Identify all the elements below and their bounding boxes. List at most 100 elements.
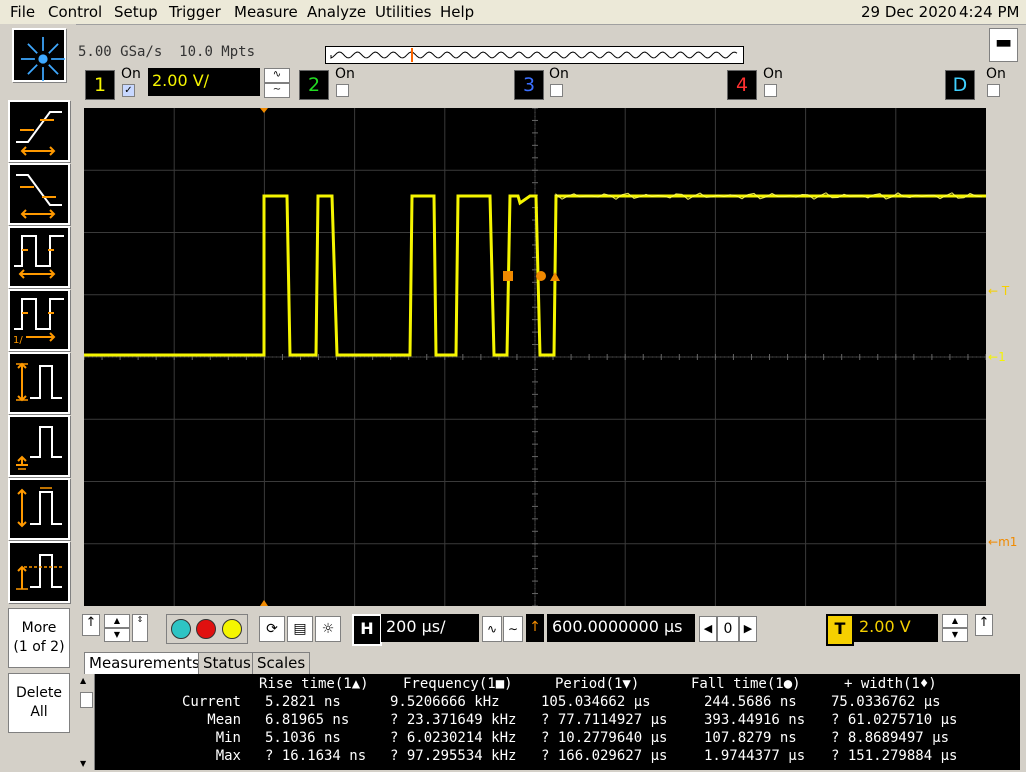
scroll-down-icon[interactable]: ▼ [104, 628, 130, 642]
color-palette-group [166, 614, 248, 644]
delay-right-icon[interactable]: ▶ [739, 616, 757, 642]
menu-trigger[interactable]: Trigger [169, 3, 221, 21]
menu-setup[interactable]: Setup [114, 3, 158, 21]
channel-3-on-label: On [549, 66, 569, 82]
menu-help[interactable]: Help [440, 3, 474, 21]
channel-3-checkbox[interactable] [550, 84, 563, 97]
measurement-value: ? 61.0275710 µs [831, 712, 958, 728]
channel-4-on-label: On [763, 66, 783, 82]
channel-1-dc-coupling-icon[interactable]: ∼ [264, 83, 290, 98]
average-tool-icon[interactable] [8, 541, 70, 603]
waveform-navigator[interactable] [325, 46, 744, 64]
rise-time-tool-icon[interactable] [8, 100, 70, 162]
fall-time-tool-icon[interactable] [8, 163, 70, 225]
measurement-value: 105.034662 µs [541, 694, 651, 710]
delay-zero-button[interactable]: 0 [717, 616, 739, 642]
menu-control[interactable]: Control [48, 3, 102, 21]
menu-analyze[interactable]: Analyze [307, 3, 366, 21]
tab-scales[interactable]: Scales [252, 652, 311, 675]
more-button[interactable]: More (1 of 2) [8, 608, 70, 668]
header-frequency[interactable]: Frequency(1■) [403, 676, 513, 692]
channel-1-ground-marker: ←1 [988, 350, 1006, 364]
more-button-line1: More [21, 620, 57, 636]
measurement-row-label: Min [215, 730, 241, 746]
date-label: 29 Dec 2020 [861, 3, 957, 21]
menu-utilities[interactable]: Utilities [375, 3, 431, 21]
channel-1-ac-coupling-icon[interactable]: ∿ [264, 68, 290, 83]
autoscale-icon[interactable]: ⟳ [259, 616, 285, 642]
math-marker: ←m1 [988, 535, 1018, 549]
scroll-thumb[interactable] [80, 692, 93, 708]
tab-status[interactable]: Status [198, 652, 256, 675]
fall-time-marker-icon [536, 271, 546, 281]
memory-depth: 10.0 Mpts [179, 44, 256, 60]
pointer-up-icon[interactable]: ↑ [82, 614, 100, 636]
delete-button-line1: Delete [16, 685, 62, 701]
menu-file[interactable]: File [10, 3, 35, 21]
period-tool-icon[interactable] [8, 226, 70, 288]
channel-1-scale-field[interactable]: 2.00 V/ [148, 68, 260, 96]
yellow-color-icon[interactable] [222, 619, 242, 639]
cyan-color-icon[interactable] [171, 619, 191, 639]
print-icon[interactable]: ▤ [287, 616, 313, 642]
amplitude-tool-icon[interactable] [8, 415, 70, 477]
scroll-up-arrow-icon[interactable]: ▲ [80, 676, 86, 685]
trigger-level-down-icon[interactable]: ▼ [942, 628, 968, 642]
digital-channel-button[interactable]: D [945, 70, 975, 100]
delete-all-button[interactable]: Delete All [8, 673, 70, 733]
delay-left-icon[interactable]: ◀ [699, 616, 717, 642]
trigger-button[interactable]: T [826, 614, 854, 646]
channel-4-button[interactable]: 4 [727, 70, 757, 100]
header-fall-time[interactable]: Fall time(1●) [691, 676, 801, 692]
channel-2-button[interactable]: 2 [299, 70, 329, 100]
measurement-value: 1.9744377 µs [704, 748, 806, 764]
minimize-icon[interactable]: ▬ [989, 28, 1018, 62]
fine-adjust-icon[interactable]: ∿ [482, 616, 502, 642]
tab-measurements[interactable]: Measurements [84, 652, 205, 675]
red-color-icon[interactable] [196, 619, 216, 639]
channel-1-checkbox[interactable]: ✓ [122, 84, 135, 97]
header-period[interactable]: Period(1▼) [555, 676, 639, 692]
channel-2-on-label: On [335, 66, 355, 82]
app-logo-icon[interactable] [12, 28, 66, 82]
trigger-level-field[interactable]: 2.00 V [854, 614, 938, 642]
measurement-value: 9.5206666 kHz [390, 694, 500, 710]
digital-channel-checkbox[interactable] [987, 84, 1000, 97]
trigger-pointer-icon[interactable]: ↑ [975, 614, 993, 636]
measurement-value: ? 8.8689497 µs [831, 730, 950, 746]
coarse-adjust-icon[interactable]: ∼ [503, 616, 523, 642]
vmax-tool-icon[interactable] [8, 478, 70, 540]
measurement-value: ? 97.295534 kHz [390, 748, 517, 764]
display-brightness-icon[interactable]: ☼ [315, 616, 341, 642]
timebase-delay-field[interactable]: 600.0000000 µs [547, 614, 695, 642]
trigger-level-up-icon[interactable]: ▲ [942, 614, 968, 628]
measurement-value: ? 10.2779640 µs [541, 730, 668, 746]
scroll-both-icon[interactable]: ⇕ [132, 614, 148, 642]
channel-2-checkbox[interactable] [336, 84, 349, 97]
measurement-row-label: Mean [207, 712, 241, 728]
channel-1-button[interactable]: 1 [85, 70, 115, 100]
delay-marker-icon[interactable]: ↑ [526, 614, 544, 642]
measurement-value: 5.2821 ns [265, 694, 341, 710]
channel-1-on-label: On [121, 66, 141, 82]
header-plus-width[interactable]: + width(1♦) [844, 676, 937, 692]
menu-measure[interactable]: Measure [234, 3, 298, 21]
channel-4-checkbox[interactable] [764, 84, 777, 97]
header-rise-time[interactable]: Rise time(1▲) [259, 676, 369, 692]
measurement-value: 6.81965 ns [265, 712, 350, 728]
waveform-display[interactable] [83, 107, 987, 607]
scroll-up-icon[interactable]: ▲ [104, 614, 130, 628]
measurements-scrollbar[interactable]: ▲ ▼ [78, 674, 95, 770]
measurement-value: 107.8279 ns [704, 730, 797, 746]
trigger-position-bottom-marker-icon [260, 600, 268, 606]
measurement-value: ? 23.371649 kHz [390, 712, 517, 728]
horizontal-button[interactable]: H [352, 614, 382, 646]
peak-to-peak-tool-icon[interactable] [8, 352, 70, 414]
measurement-value: ? 166.029627 µs [541, 748, 668, 764]
timebase-scale-field[interactable]: 200 µs/ [381, 614, 479, 642]
channel-3-button[interactable]: 3 [514, 70, 544, 100]
measurement-row-label: Max [215, 748, 241, 764]
scroll-down-arrow-icon[interactable]: ▼ [80, 759, 86, 768]
trigger-marker-label: T [1001, 284, 1010, 298]
frequency-tool-icon[interactable]: 1/ [8, 289, 70, 351]
